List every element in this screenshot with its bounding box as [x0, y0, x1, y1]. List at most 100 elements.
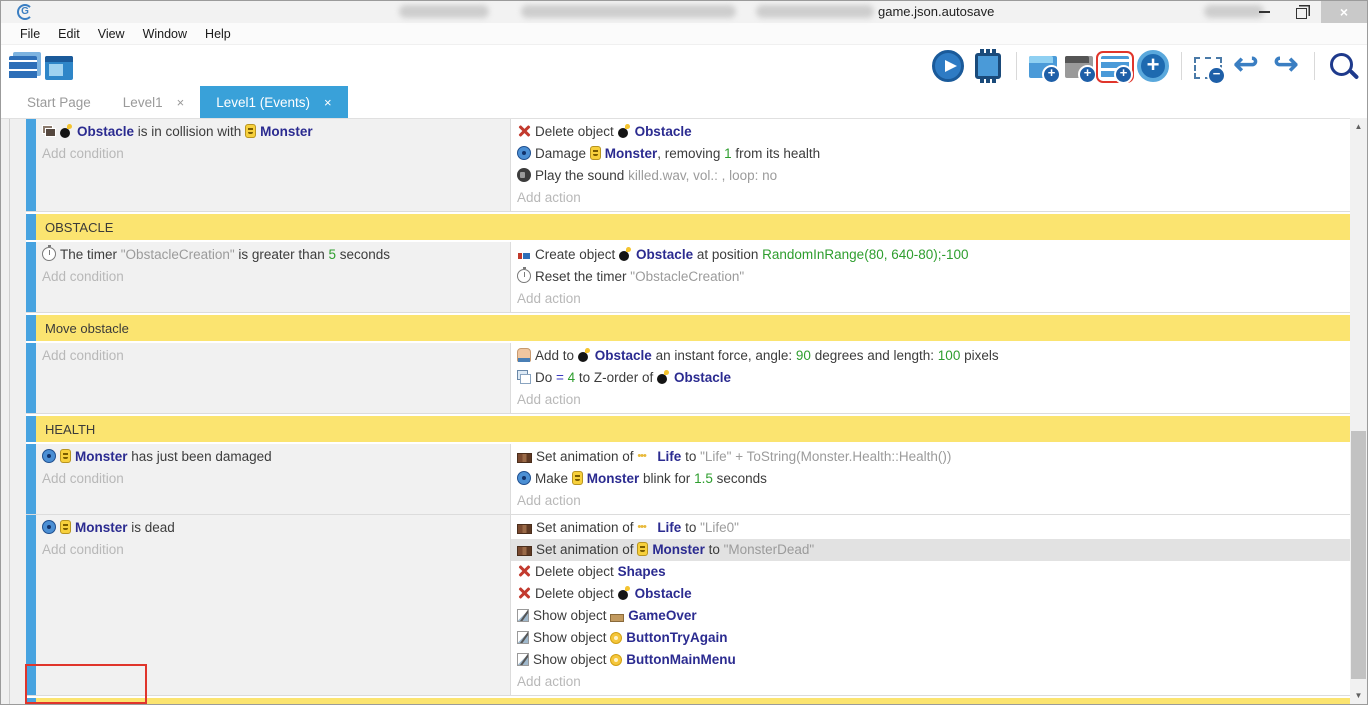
condition-line[interactable]: Monster has just been damaged: [36, 446, 510, 468]
action-line[interactable]: Create object Obstacle at position Rando…: [511, 244, 1350, 266]
text-segment: Show object: [533, 608, 610, 623]
redacted-path-blur: [521, 5, 736, 18]
add-action-link[interactable]: Add action: [511, 187, 1350, 209]
event-rows: Obstacle is in collision with MonsterAdd…: [26, 119, 1350, 705]
comment-label: OBSTACLE: [36, 214, 1350, 240]
scrollbar-thumb[interactable]: [1351, 431, 1366, 679]
action-line[interactable]: Damage Monster, removing 1 from its heal…: [511, 143, 1350, 165]
zorder-icon: [517, 370, 531, 384]
text-segment: at position: [693, 247, 762, 262]
tab-level1[interactable]: Level1×: [107, 86, 200, 118]
tab-close-icon[interactable]: ×: [177, 95, 185, 110]
text-segment: degrees and length:: [811, 348, 938, 363]
action-line[interactable]: Set animation of Life to "Life0": [511, 517, 1350, 539]
menu-item-edit[interactable]: Edit: [49, 27, 89, 41]
action-line[interactable]: Show object GameOver: [511, 605, 1350, 627]
event-tree-gutter: [1, 119, 26, 705]
minimize-button[interactable]: [1245, 1, 1283, 23]
comment-row[interactable]: GAME OVER: [26, 698, 1350, 705]
add-action-link[interactable]: Add action: [511, 671, 1350, 693]
collision-icon: [42, 124, 56, 138]
animation-icon: [517, 546, 532, 556]
add-action-link[interactable]: Add action: [511, 288, 1350, 310]
comment-row[interactable]: HEALTH: [26, 416, 1350, 442]
search-icon[interactable]: [1327, 50, 1359, 82]
condition-line[interactable]: The timer "ObstacleCreation" is greater …: [36, 244, 510, 266]
window-controls: ×: [1245, 1, 1367, 23]
redacted-path-blur: [756, 5, 874, 18]
vertical-scrollbar[interactable]: ▲ ▼: [1350, 118, 1367, 704]
action-line[interactable]: Play the sound killed.wav, vol.: , loop:…: [511, 165, 1350, 187]
animation-icon: [517, 453, 532, 463]
text-segment: Create object: [535, 247, 619, 262]
text-segment: Monster: [75, 449, 128, 464]
action-line[interactable]: Delete object Shapes: [511, 561, 1350, 583]
scroll-up-arrow-icon[interactable]: ▲: [1350, 118, 1367, 135]
event-selection-bar: [26, 343, 36, 413]
actions-cell: Delete object ObstacleDamage Monster, re…: [511, 119, 1350, 211]
restore-button[interactable]: [1283, 1, 1321, 23]
tab-start-page[interactable]: Start Page: [11, 86, 107, 118]
condition-line[interactable]: Monster is dead: [36, 517, 510, 539]
action-line[interactable]: Set animation of Life to "Life" + ToStri…: [511, 446, 1350, 468]
menu-item-file[interactable]: File: [11, 27, 49, 41]
gameover-icon: [610, 614, 624, 622]
delete-icon: [517, 564, 531, 578]
action-line[interactable]: Delete object Obstacle: [511, 583, 1350, 605]
text-segment: blink for: [639, 471, 694, 486]
add-condition-link[interactable]: Add condition: [36, 345, 510, 367]
conditions-cell: Add condition: [36, 343, 511, 413]
menu-item-window[interactable]: Window: [134, 27, 196, 41]
close-button[interactable]: ×: [1321, 1, 1367, 23]
condition-line[interactable]: Obstacle is in collision with Monster: [36, 121, 510, 143]
add-scene-icon[interactable]: [1029, 56, 1057, 78]
debug-icon[interactable]: [975, 53, 1001, 79]
project-manager-icon[interactable]: [9, 56, 37, 80]
bomb-icon: [618, 586, 631, 600]
scroll-down-arrow-icon[interactable]: ▼: [1350, 687, 1367, 704]
conditions-cell: Obstacle is in collision with MonsterAdd…: [36, 119, 511, 211]
add-object-icon[interactable]: +: [1137, 50, 1169, 82]
add-condition-link[interactable]: Add condition: [36, 143, 510, 165]
text-segment: "ObstacleCreation": [630, 269, 744, 284]
life-icon: [637, 520, 653, 534]
text-segment: Add to: [535, 348, 578, 363]
titlebar: G game.json.autosave ×: [1, 1, 1367, 23]
text-segment: to Z-order of: [575, 370, 657, 385]
text-segment: killed.wav, vol.: , loop: no: [628, 168, 777, 183]
action-line[interactable]: Set animation of Monster to "MonsterDead…: [511, 539, 1350, 561]
action-line[interactable]: Show object ButtonTryAgain: [511, 627, 1350, 649]
scene-editor-icon[interactable]: [45, 56, 73, 80]
comment-row[interactable]: OBSTACLE: [26, 214, 1350, 240]
text-segment: "MonsterDead": [724, 542, 815, 557]
tab-close-icon[interactable]: ×: [324, 95, 332, 110]
add-condition-link[interactable]: Add condition: [36, 266, 510, 288]
event-row: Obstacle is in collision with MonsterAdd…: [26, 119, 1350, 212]
add-condition-link[interactable]: Add condition: [36, 539, 510, 561]
play-icon[interactable]: [932, 50, 964, 82]
text-segment: Obstacle: [635, 586, 692, 601]
action-line[interactable]: Add to Obstacle an instant force, angle:…: [511, 345, 1350, 367]
undo-icon[interactable]: ↩: [1230, 50, 1262, 82]
action-line[interactable]: Make Monster blink for 1.5 seconds: [511, 468, 1350, 490]
comment-row[interactable]: Move obstacle: [26, 315, 1350, 341]
add-action-link[interactable]: Add action: [511, 389, 1350, 411]
action-line[interactable]: Do = 4 to Z-order of Obstacle: [511, 367, 1350, 389]
deselect-icon[interactable]: [1194, 57, 1222, 79]
action-line[interactable]: Reset the timer "ObstacleCreation": [511, 266, 1350, 288]
menu-item-help[interactable]: Help: [196, 27, 240, 41]
action-line[interactable]: Delete object Obstacle: [511, 121, 1350, 143]
text-segment: Make: [535, 471, 572, 486]
menu-item-view[interactable]: View: [89, 27, 134, 41]
add-external-events-icon[interactable]: [1065, 56, 1093, 78]
text-segment: has just been damaged: [128, 449, 272, 464]
add-condition-link[interactable]: Add condition: [36, 468, 510, 490]
event-selection-bar: [26, 416, 36, 442]
tab-level1-events-[interactable]: Level1 (Events)×: [200, 86, 347, 118]
action-line[interactable]: Show object ButtonMainMenu: [511, 649, 1350, 671]
add-action-link[interactable]: Add action: [511, 490, 1350, 512]
add-event-icon[interactable]: [1101, 56, 1129, 78]
tab-label: Start Page: [27, 95, 91, 110]
event-selection-bar: [26, 444, 36, 514]
redo-icon[interactable]: ↪: [1270, 50, 1302, 82]
